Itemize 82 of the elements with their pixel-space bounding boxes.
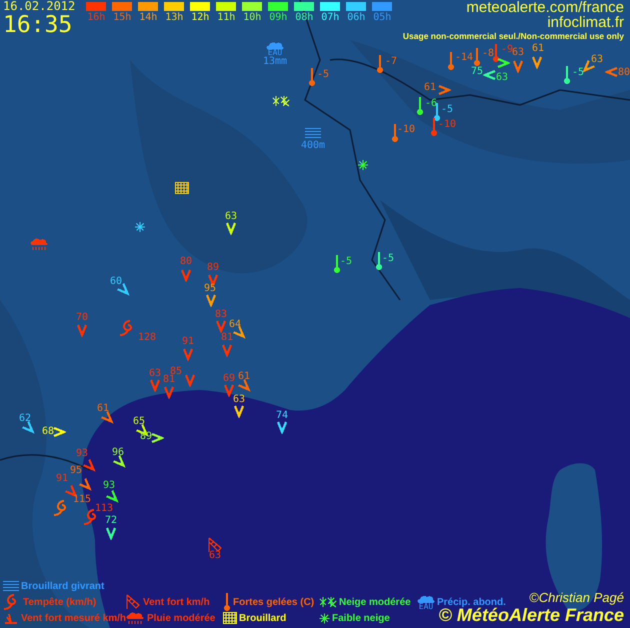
hour-label: 16h xyxy=(87,12,106,24)
brand-credit: © MétéoAlerte France xyxy=(438,605,624,626)
wind-speed-label: 61 xyxy=(532,44,544,54)
legend-label: Fortes gelées (C) xyxy=(233,596,314,608)
author-credit: ©Christian Pagé xyxy=(529,591,624,605)
hour-label: 15h xyxy=(113,12,132,24)
wind-speed-label: 74 xyxy=(276,411,288,421)
temperature-label: -10 xyxy=(396,125,416,135)
wind-speed-label: 96 xyxy=(112,448,124,458)
wind-speed-label: 93 xyxy=(102,481,116,491)
wind-speed-label: 65 xyxy=(132,417,146,427)
wind-speed-label: 63 xyxy=(590,55,604,65)
temperature-label: -5 xyxy=(572,68,584,78)
wind-speed-label: 81 xyxy=(220,333,234,343)
legend-label: Vent fort mesuré km/h xyxy=(21,612,126,624)
date-label: 16.02.2012 xyxy=(3,0,76,13)
legend-label: Vent fort km/h xyxy=(143,596,210,608)
wind-speed-label: 68 xyxy=(42,427,54,437)
wind-speed-label: 69 xyxy=(222,374,236,384)
wind-speed-label: 63 xyxy=(512,48,524,58)
wind-speed-label: 83 xyxy=(214,310,228,320)
wind-speed-label: 128 xyxy=(138,333,156,343)
hour-label: 10h xyxy=(243,12,262,24)
precipitation-label: 13mm xyxy=(262,57,288,67)
wind-speed-label: 60 xyxy=(110,277,122,287)
hour-label: 07h xyxy=(321,12,340,24)
temperature-label: -8 xyxy=(482,49,494,59)
temperature-label: -9 xyxy=(500,45,514,55)
wind-speed-label: 95 xyxy=(204,284,216,294)
temperature-label: -5 xyxy=(440,105,454,115)
wind-speed-label: 80 xyxy=(180,257,192,267)
hour-label: 12h xyxy=(191,12,210,24)
wind-speed-label: 95 xyxy=(70,466,82,476)
wind-speed-label: 91 xyxy=(182,337,194,347)
temperature-label: -5 xyxy=(382,254,394,264)
wind-speed-label: 62 xyxy=(18,414,32,424)
wind-speed-label: 63 xyxy=(232,395,246,405)
wind-speed-label: 113 xyxy=(94,504,114,514)
wind-speed-label: 61 xyxy=(424,83,436,93)
altitude-label: 400m xyxy=(300,141,326,151)
wind-speed-label: 89 xyxy=(206,263,220,273)
hour-label: 06h xyxy=(347,12,366,24)
temperature-label: -14 xyxy=(454,53,474,63)
wind-speed-label: 75 xyxy=(470,67,484,77)
wind-speed-label: 63 xyxy=(148,369,162,379)
website-link[interactable]: meteoalerte.com/france xyxy=(466,0,624,15)
legend-label: Pluie modérée xyxy=(147,612,216,624)
legend-label: Brouillard xyxy=(239,612,286,624)
badge-text: EAU xyxy=(418,602,434,610)
legend-label: Tempête (km/h) xyxy=(23,596,96,608)
hour-label: 11h xyxy=(217,12,236,24)
temperature-label: -5 xyxy=(340,257,352,267)
wind-speed-label: 72 xyxy=(104,516,118,526)
usage-note: Usage non-commercial seul./Non-commercial use only xyxy=(402,30,624,42)
time-label: 16:35 xyxy=(3,13,74,37)
wind-speed-label: 70 xyxy=(76,313,88,323)
wind-speed-label: 81 xyxy=(162,375,176,385)
legend-label: Brouillard givrant xyxy=(21,580,104,592)
wind-speed-label: 89 xyxy=(140,432,152,442)
legend-label: Neige modérée xyxy=(339,596,411,608)
hour-label: 05h xyxy=(373,12,392,24)
legend-label: Précip. abond. xyxy=(437,596,506,608)
wind-speed-label: 63 xyxy=(224,212,238,222)
hour-label: 14h xyxy=(139,12,158,24)
temperature-label: -6 xyxy=(424,99,438,109)
wind-speed-label: 80 xyxy=(618,68,630,78)
wind-speed-label: 64 xyxy=(228,320,242,330)
hour-label: 13h xyxy=(165,12,184,24)
wind-speed-label: 91 xyxy=(56,474,68,484)
temperature-label: -7 xyxy=(384,57,398,67)
temperature-label: -10 xyxy=(438,120,456,130)
wind-speed-label: 63 xyxy=(496,73,508,83)
wind-speed-label: 61 xyxy=(96,404,110,414)
temperature-label: -5 xyxy=(316,70,330,80)
wind-speed-label: 93 xyxy=(76,449,88,459)
wind-speed-label: 115 xyxy=(72,495,92,505)
hour-label: 09h xyxy=(269,12,288,24)
wind-speed-label: 61 xyxy=(238,372,250,382)
legend-label: Faible neige xyxy=(332,612,390,624)
wind-speed-label: 63 xyxy=(208,551,222,561)
hour-label: 08h xyxy=(295,12,314,24)
partner-link[interactable]: infoclimat.fr xyxy=(547,15,624,30)
